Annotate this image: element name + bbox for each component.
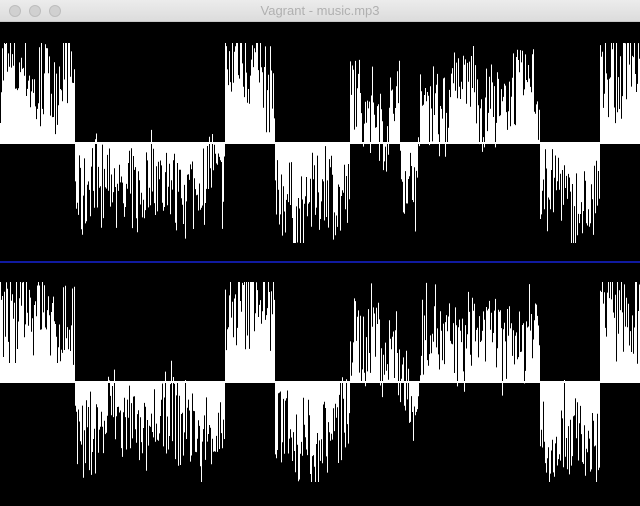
title-bar[interactable]: Vagrant - music.mp3 <box>0 0 640 22</box>
waveform-display <box>0 22 640 506</box>
app-window: Vagrant - music.mp3 <box>0 0 640 506</box>
window-title: Vagrant - music.mp3 <box>260 3 380 18</box>
